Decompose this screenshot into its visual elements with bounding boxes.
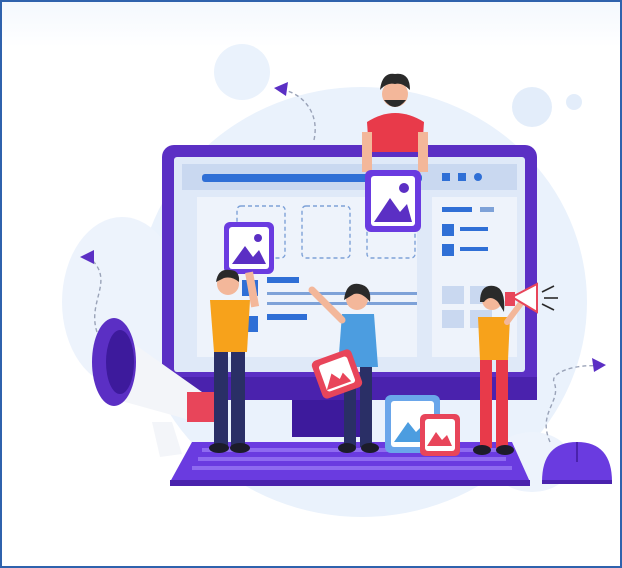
- illustration-frame: [0, 0, 622, 568]
- image-icon: [224, 222, 274, 274]
- image-icon: [365, 170, 421, 232]
- illustration-canvas: [62, 44, 612, 517]
